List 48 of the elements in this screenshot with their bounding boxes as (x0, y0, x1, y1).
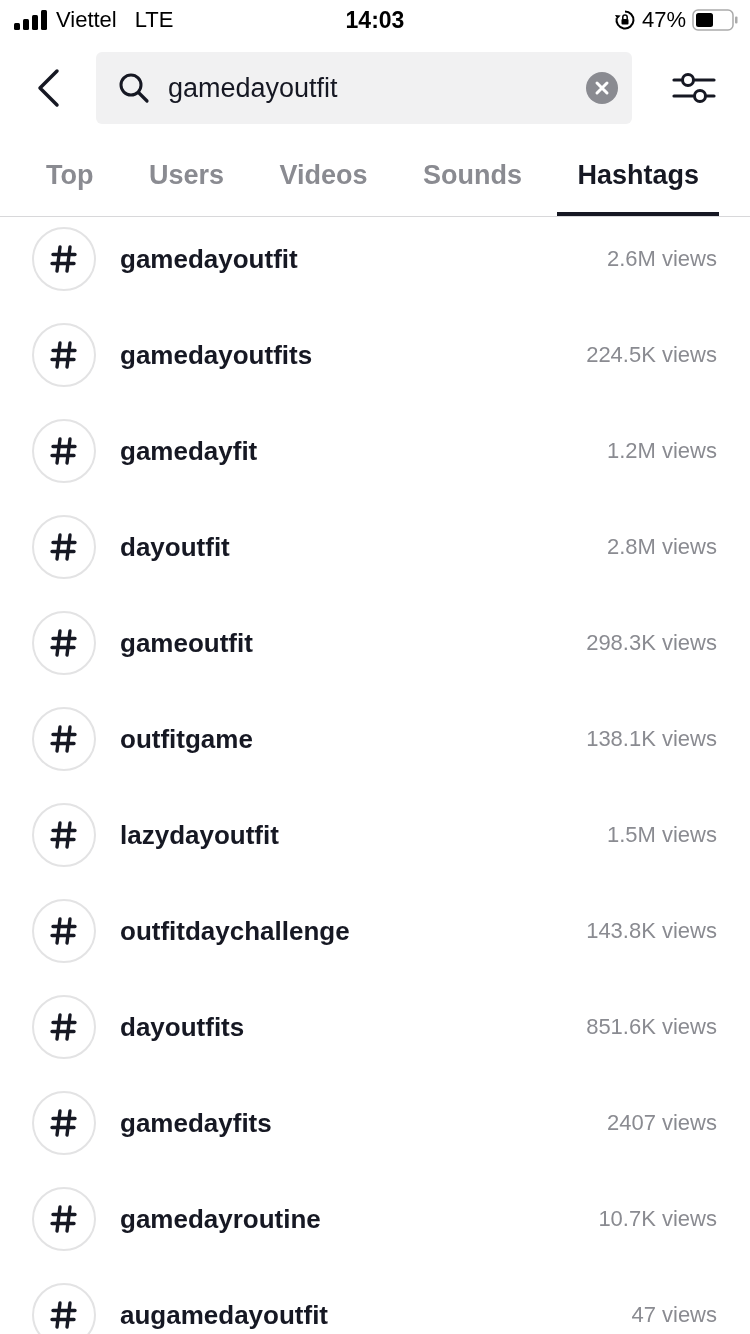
hashtag-icon (32, 995, 96, 1059)
hashtag-name[interactable]: gameoutfit (120, 611, 587, 675)
hashtag-name[interactable]: gamedayfit (120, 419, 607, 483)
view-count: 851.6K views (586, 1013, 717, 1041)
hashtag-icon (32, 323, 96, 387)
network-type: LTE (134, 7, 174, 33)
search-tab[interactable]: Hashtags (557, 132, 719, 216)
view-count: 1.2M views (606, 437, 717, 465)
hashtag-icon (32, 899, 96, 963)
view-count: 2.6M views (606, 245, 717, 273)
hashtag-name[interactable]: outfitdaychallenge (120, 899, 587, 963)
hashtag-icon (32, 611, 96, 675)
hashtag-icon (32, 1187, 96, 1251)
view-count: 1.5M views (606, 821, 717, 849)
hashtag-name[interactable]: dayoutfit (120, 515, 607, 579)
filter-button[interactable] (672, 70, 716, 106)
view-count: 2407 views (606, 1109, 717, 1137)
hashtag-name[interactable]: gamedayoutfit (120, 227, 607, 291)
view-count: 224.5K views (586, 341, 717, 369)
hashtag-icon (32, 803, 96, 867)
hashtag-name[interactable]: gamedayoutfits (120, 323, 587, 387)
carrier-name: Viettel (56, 7, 117, 33)
hashtag-name[interactable]: lazydayoutfit (120, 803, 607, 867)
hashtag-icon (32, 515, 96, 579)
view-count: 298.3K views (586, 629, 717, 657)
search-query: gamedayoutfit (168, 72, 339, 104)
hashtag-name[interactable]: gamedayfits (120, 1091, 607, 1155)
view-count: 138.1K views (586, 725, 717, 753)
view-count: 10.7K views (598, 1205, 717, 1233)
hashtag-icon (32, 227, 96, 291)
view-count: 143.8K views (586, 917, 717, 945)
hashtag-icon (32, 707, 96, 771)
hashtag-name[interactable]: gamedayroutine (120, 1187, 599, 1251)
view-count: 2.8M views (606, 533, 717, 561)
battery-percent: 47% (641, 7, 686, 33)
search-icon (118, 72, 150, 104)
battery-icon (692, 9, 738, 31)
hashtag-name[interactable]: augamedayoutfit (120, 1283, 632, 1334)
clock-time: 14:03 (344, 6, 406, 34)
signal-icon (14, 10, 50, 30)
search-field[interactable]: gamedayoutfit (96, 52, 632, 124)
hashtag-icon (32, 419, 96, 483)
hashtag-icon (32, 1091, 96, 1155)
hashtag-name[interactable]: outfitgame (120, 707, 587, 771)
view-count: 47 views (631, 1301, 717, 1329)
clear-button[interactable] (586, 72, 618, 104)
hashtag-name[interactable]: dayoutfits (120, 995, 587, 1059)
rotation-lock-icon (613, 9, 636, 31)
